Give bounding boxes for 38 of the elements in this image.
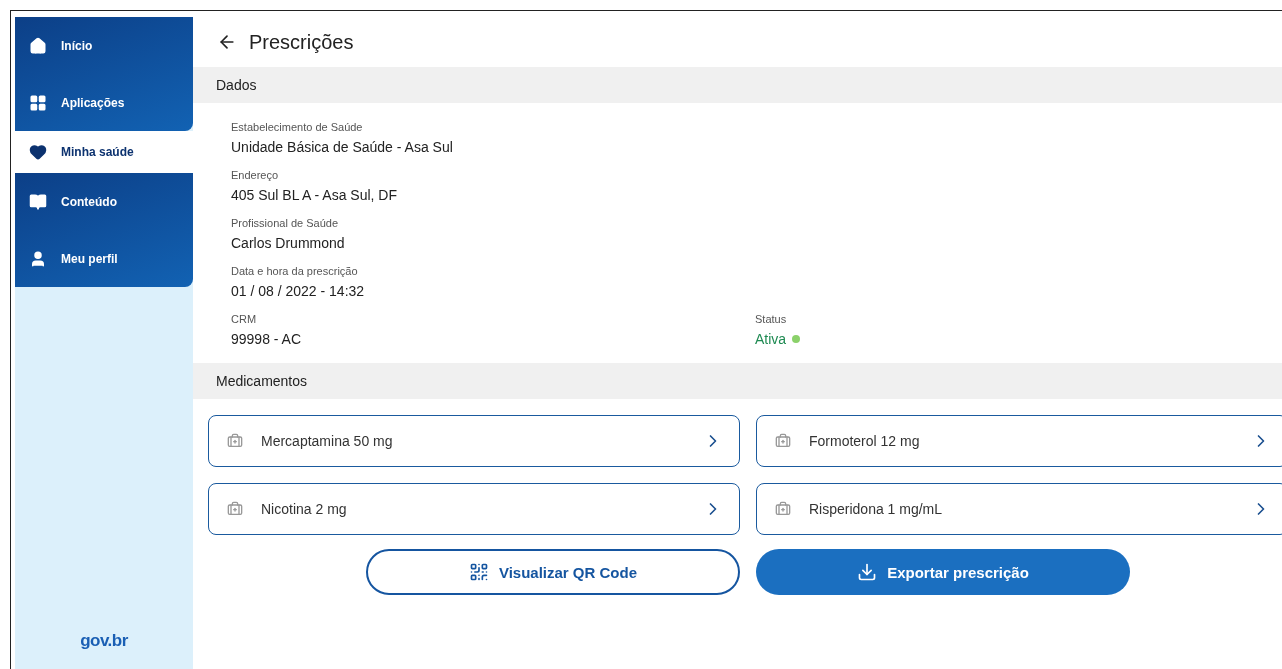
medicine-name: Nicotina 2 mg [261, 501, 348, 517]
nav-item[interactable]: Conteúdo [15, 173, 193, 230]
medicine-card[interactable]: Mercaptamina 50 mg [208, 415, 740, 467]
person-icon [29, 249, 47, 268]
qr-code-icon [468, 562, 489, 582]
status-value: Ativa [755, 331, 787, 347]
page-title: Prescrições [249, 30, 354, 54]
field-value: Unidade Básica de Saúde - Asa Sul [231, 139, 454, 155]
nav-item[interactable]: Aplicações [15, 74, 193, 131]
nav-item[interactable]: Minha saúde [15, 131, 193, 173]
field-label: Profissional de Saúde [231, 217, 339, 229]
field-value: 405 Sul BL A - Asa Sul, DF [231, 187, 399, 203]
medicine-card[interactable]: Nicotina 2 mg [208, 483, 740, 535]
field-label: Estabelecimento de Saúde [231, 121, 364, 133]
section-header: Dados [193, 67, 1282, 103]
field-label: CRM [231, 313, 258, 325]
export-button[interactable]: Exportar prescrição [756, 549, 1130, 595]
medicine-card[interactable]: Risperidona 1 mg/mL [756, 483, 1282, 535]
nav-item[interactable]: Meu perfil [15, 230, 193, 287]
medicine-card[interactable]: Formoterol 12 mg [756, 415, 1282, 467]
field-value: 99998 - AC [231, 331, 303, 347]
field-label: Endereço [231, 169, 280, 181]
field-label: Status [755, 313, 788, 325]
field-value: 01 / 08 / 2022 - 14:32 [231, 283, 366, 299]
field-label: Data e hora da prescrição [231, 265, 359, 277]
nav-item[interactable]: Início [15, 17, 193, 74]
medicine-name: Risperidona 1 mg/mL [809, 501, 944, 517]
book-icon [29, 192, 47, 211]
home-icon [29, 36, 47, 55]
grid-icon [29, 93, 47, 112]
heart-icon [29, 143, 47, 161]
logo: gov.br [79, 631, 129, 651]
download-icon [857, 562, 878, 582]
medicine-name: Mercaptamina 50 mg [261, 433, 394, 449]
field-value: Carlos Drummond [231, 235, 346, 251]
medicine-name: Formoterol 12 mg [809, 433, 921, 449]
qr-code-button[interactable]: Visualizar QR Code [366, 549, 740, 595]
section-header: Medicamentos [193, 363, 1282, 399]
